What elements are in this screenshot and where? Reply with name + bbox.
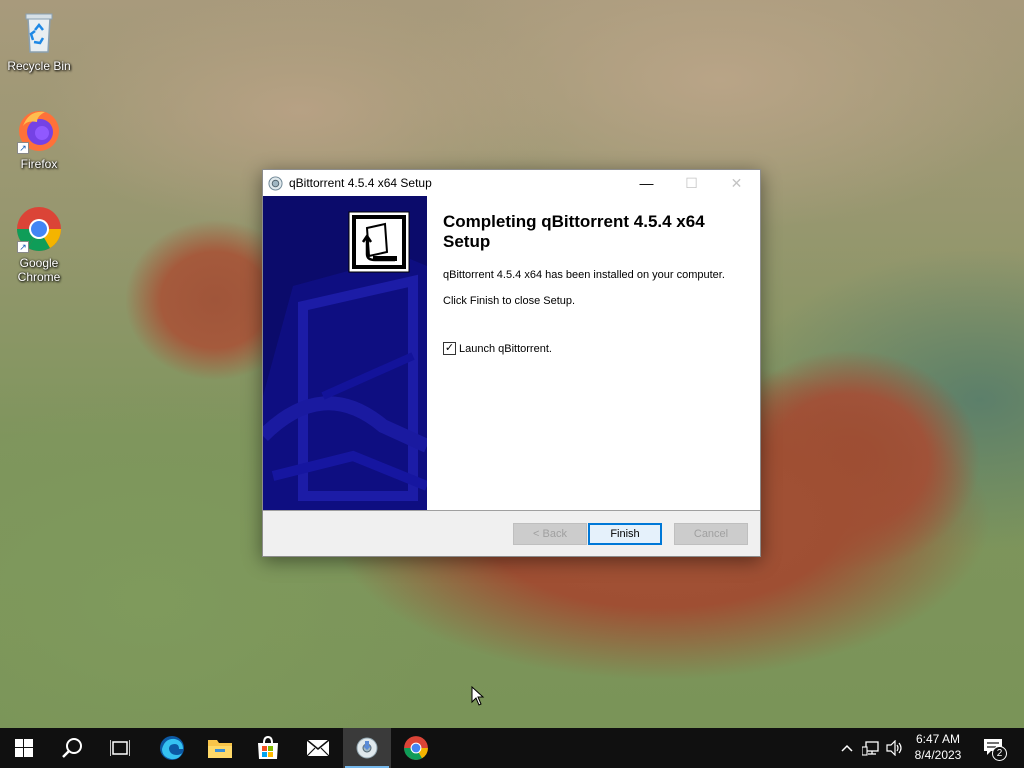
setup-dialog: qBittorrent 4.5.4 x64 Setup — ☐ ✕ Comple… — [262, 169, 761, 557]
chevron-up-icon — [841, 744, 853, 752]
taskbar-file-explorer[interactable] — [196, 728, 244, 768]
taskbar-chrome[interactable] — [392, 728, 440, 768]
taskbar-edge[interactable] — [148, 728, 196, 768]
start-icon — [15, 739, 33, 757]
back-button: < Back — [513, 523, 587, 545]
store-icon — [258, 736, 278, 759]
taskbar-mail[interactable] — [294, 728, 342, 768]
desktop-icon-recycle-bin[interactable]: Recycle Bin — [1, 8, 77, 73]
clock-date: 8/4/2023 — [914, 748, 962, 762]
desktop-icon-label: Recycle Bin — [7, 59, 71, 73]
task-view-icon — [110, 740, 130, 756]
minimize-button[interactable]: — — [624, 170, 669, 196]
mouse-cursor-icon — [471, 686, 485, 706]
close-button: ✕ — [730, 175, 743, 191]
search-button[interactable] — [48, 728, 96, 768]
banner-graphic — [263, 196, 427, 510]
edge-icon — [160, 736, 184, 760]
button-separator — [263, 510, 760, 511]
notification-count-badge: 2 — [992, 746, 1007, 761]
launch-checkbox[interactable]: ✓ — [443, 342, 456, 355]
chrome-icon: ↗ — [15, 205, 63, 253]
taskbar-qbittorrent-setup[interactable] — [343, 728, 391, 768]
task-view-button[interactable] — [96, 728, 144, 768]
desktop-icon-firefox[interactable]: ↗ Firefox — [1, 106, 77, 171]
taskbar-clock[interactable]: 6:47 AM 8/4/2023 — [906, 731, 970, 763]
finish-button[interactable]: Finish — [588, 523, 662, 545]
launch-checkbox-label[interactable]: Launch qBittorrent. — [459, 343, 552, 355]
close-instruction: Click Finish to close Setup. — [443, 295, 576, 307]
qbittorrent-setup-icon — [356, 737, 378, 759]
search-icon — [62, 738, 82, 758]
recycle-bin-icon — [15, 8, 63, 56]
file-explorer-icon — [208, 740, 232, 758]
desktop-icon-label: Firefox — [20, 157, 58, 171]
taskbar-store[interactable] — [244, 728, 292, 768]
mail-icon — [306, 739, 330, 757]
dialog-title: qBittorrent 4.5.4 x64 Setup — [289, 176, 432, 190]
volume-tray-button[interactable] — [884, 728, 906, 768]
network-icon — [862, 741, 879, 756]
chrome-icon — [404, 736, 428, 760]
network-tray-button[interactable] — [860, 728, 882, 768]
shortcut-arrow-icon: ↗ — [17, 241, 29, 253]
desktop-icon-chrome[interactable]: ↗ Google Chrome — [1, 205, 77, 284]
firefox-icon: ↗ — [15, 106, 63, 154]
desktop-icon-label: Google Chrome — [17, 256, 61, 284]
installed-message: qBittorrent 4.5.4 x64 has been installed… — [443, 269, 725, 281]
start-button[interactable] — [0, 728, 48, 768]
taskbar: 6:47 AM 8/4/2023 2 — [0, 728, 1024, 768]
dialog-titlebar[interactable]: qBittorrent 4.5.4 x64 Setup — ☐ ✕ — [263, 170, 760, 196]
show-hidden-icons-button[interactable] — [838, 728, 856, 768]
shortcut-arrow-icon: ↗ — [17, 142, 29, 154]
launch-checkbox-row[interactable]: ✓ Launch qBittorrent. — [443, 342, 552, 355]
volume-icon — [886, 740, 902, 756]
page-heading: Completing qBittorrent 4.5.4 x64 Setup — [443, 212, 705, 251]
wizard-content: Completing qBittorrent 4.5.4 x64 Setup q… — [427, 196, 760, 510]
clock-time: 6:47 AM — [915, 732, 961, 746]
notification-center-button[interactable]: 2 — [978, 728, 1010, 768]
wizard-banner — [263, 196, 427, 510]
maximize-button: ☐ — [685, 175, 698, 191]
installer-icon — [268, 175, 283, 191]
cancel-button: Cancel — [674, 523, 748, 545]
